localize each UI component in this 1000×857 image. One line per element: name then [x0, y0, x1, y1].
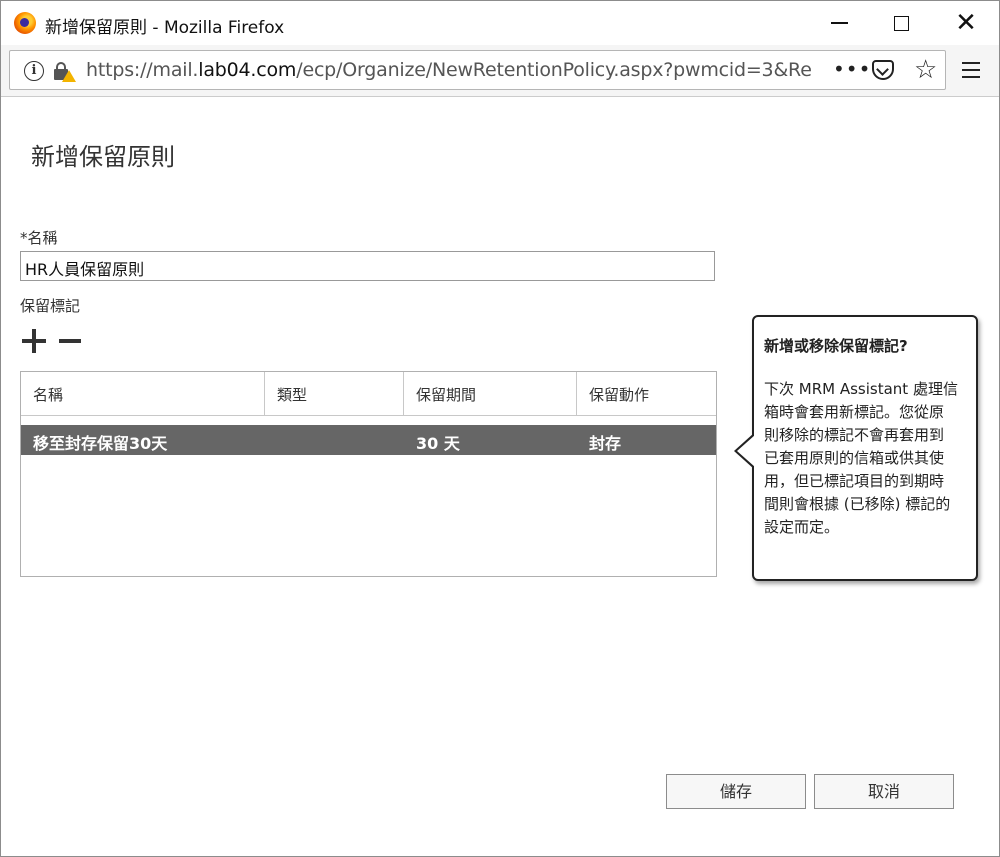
- callout-line: 間則會根據 (已移除) 標記的: [764, 495, 951, 513]
- maximize-icon: [893, 15, 909, 31]
- page-title: 新增保留原則: [31, 143, 175, 171]
- column-header-period[interactable]: 保留期間: [404, 372, 577, 416]
- hamburger-menu-icon[interactable]: [962, 62, 980, 78]
- page-actions-more-icon[interactable]: •••: [833, 57, 871, 81]
- url-bar[interactable]: i https://mail.lab04.com/ecp/Organize/Ne…: [9, 50, 946, 90]
- browser-window: 新增保留原則 - Mozilla Firefox ✕ i https://mai…: [0, 0, 1000, 857]
- callout-line: 下次 MRM Assistant 處理信: [764, 380, 958, 398]
- url-text[interactable]: https://mail.lab04.com/ecp/Organize/NewR…: [86, 59, 812, 81]
- callout-body: 下次 MRM Assistant 處理信 箱時會套用新標記。您從原 則移除的標記…: [764, 378, 966, 539]
- url-prefix: https://mail.: [86, 59, 199, 81]
- close-icon: ✕: [955, 8, 977, 38]
- url-path: /ecp/Organize/NewRetentionPolicy.aspx?pw…: [296, 59, 812, 81]
- minimize-icon: [830, 22, 848, 24]
- name-input[interactable]: HR人員保留原則: [20, 251, 715, 281]
- callout-line: 則移除的標記不會再套用到: [764, 426, 945, 444]
- close-button[interactable]: ✕: [951, 9, 981, 37]
- callout-title: 新增或移除保留標記?: [764, 337, 908, 355]
- insecure-lock-icon[interactable]: [52, 60, 76, 82]
- add-tag-button[interactable]: [22, 329, 46, 353]
- title-bar: 新增保留原則 - Mozilla Firefox ✕: [1, 1, 999, 45]
- retention-tags-table: 名稱 類型 保留期間 保留動作 移至封存保留30天 30 天 封存: [20, 371, 717, 577]
- cell-name: 移至封存保留30天: [33, 434, 168, 453]
- minimize-button[interactable]: [824, 9, 854, 37]
- callout-line: 用，但已標記項目的到期時: [764, 472, 945, 490]
- table-header: 名稱 類型 保留期間 保留動作: [21, 372, 716, 416]
- cancel-button[interactable]: 取消: [814, 774, 954, 809]
- bookmark-star-icon[interactable]: ☆: [914, 55, 937, 85]
- callout-arrow-fill: [737, 435, 755, 467]
- help-callout: 新增或移除保留標記? 下次 MRM Assistant 處理信 箱時會套用新標記…: [752, 315, 978, 581]
- column-header-action[interactable]: 保留動作: [577, 372, 716, 416]
- cell-action: 封存: [589, 434, 622, 453]
- column-header-type[interactable]: 類型: [265, 372, 404, 416]
- url-domain: lab04.com: [198, 59, 297, 81]
- save-button[interactable]: 儲存: [666, 774, 806, 809]
- remove-tag-button[interactable]: [59, 329, 83, 353]
- table-row[interactable]: 移至封存保留30天 30 天 封存: [21, 425, 716, 455]
- navigation-bar: i https://mail.lab04.com/ecp/Organize/Ne…: [1, 45, 999, 97]
- maximize-button[interactable]: [886, 9, 916, 37]
- firefox-logo-icon: [14, 12, 36, 34]
- callout-line: 設定而定。: [764, 518, 840, 536]
- pocket-icon[interactable]: [872, 60, 894, 80]
- column-header-name[interactable]: 名稱: [21, 372, 265, 416]
- cell-period: 30 天: [416, 434, 460, 453]
- callout-line: 已套用原則的信箱或供其使: [764, 449, 945, 467]
- site-info-icon[interactable]: i: [24, 61, 44, 81]
- window-title: 新增保留原則 - Mozilla Firefox: [45, 18, 285, 38]
- retention-tags-label: 保留標記: [20, 297, 81, 315]
- name-label: *名稱: [20, 229, 58, 247]
- callout-line: 箱時會套用新標記。您從原: [764, 403, 945, 421]
